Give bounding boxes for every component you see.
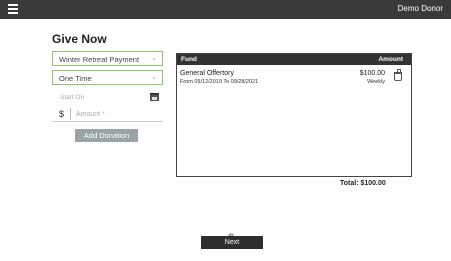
fund-select-value: Winter Retreat Payment [59, 55, 140, 64]
fund-select[interactable]: Winter Retreat Payment ⌄ [52, 51, 163, 66]
user-name[interactable]: Demo Donor [398, 4, 443, 13]
table-row: General Offertory From 09/12/2019 To 09/… [177, 68, 411, 88]
start-date-placeholder: Start On [60, 94, 85, 101]
hamburger-menu-icon[interactable] [8, 4, 18, 14]
add-donation-button[interactable]: Add Donation [75, 129, 138, 142]
amount-field: $ [52, 107, 163, 122]
trash-icon[interactable] [394, 69, 402, 81]
column-header-amount: Amount [378, 56, 403, 63]
currency-symbol: $ [59, 109, 65, 119]
fund-amount: $100.00 [359, 70, 385, 77]
frequency-select-value: One Time [59, 74, 92, 83]
next-button[interactable]: Next [201, 233, 263, 249]
fund-frequency: Weekly [367, 79, 385, 85]
fund-name: General Offertory [180, 70, 234, 77]
fund-table: Fund Amount General Offertory From 09/12… [176, 53, 412, 177]
chevron-down-icon: ⌄ [151, 74, 157, 81]
column-header-fund: Fund [181, 56, 197, 63]
fund-table-header: Fund Amount [177, 54, 411, 65]
amount-divider [70, 108, 71, 120]
fund-date-range: From 09/12/2019 To 09/28/2021 [180, 79, 259, 85]
amount-input[interactable] [76, 108, 156, 120]
start-date-field[interactable]: Start On [52, 90, 159, 104]
top-bar: Demo Donor [0, 0, 451, 19]
total-amount: Total: $100.00 [340, 180, 386, 187]
frequency-select[interactable]: One Time ⌄ [52, 70, 163, 85]
calendar-icon[interactable] [150, 93, 159, 101]
chevron-down-icon: ⌄ [151, 55, 157, 62]
page-title: Give Now [52, 32, 107, 46]
